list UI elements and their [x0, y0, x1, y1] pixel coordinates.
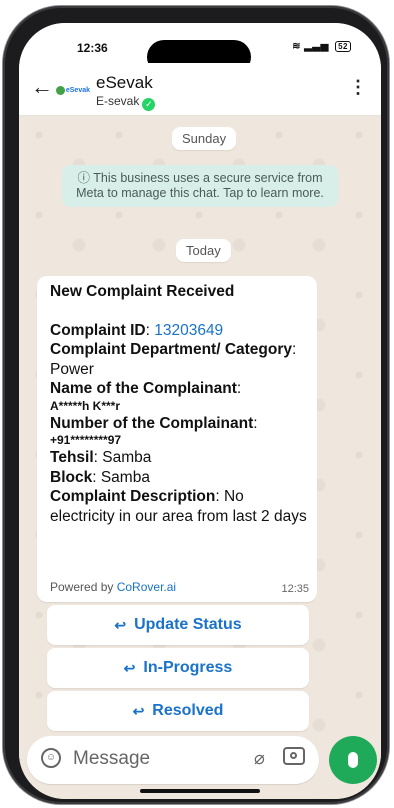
powered-by: Powered by CoRover.ai — [50, 580, 176, 594]
message-timestamp: 12:35 — [281, 583, 309, 595]
department-value: Power — [50, 360, 94, 378]
phone-frame: 12:36 ≋ ▂▃▅ 52 ← eSevak eSevak E-sevak ✓ … — [3, 6, 389, 804]
complaint-id-label: Complaint ID — [50, 321, 146, 339]
number-value: +91********97 — [50, 433, 122, 447]
update-status-label: Update Status — [134, 616, 242, 633]
complaint-id-row: Complaint ID: 13203649 — [50, 321, 224, 339]
message-body: New Complaint Received Complaint ID: 132… — [50, 282, 307, 526]
message-input-bar[interactable]: ☺ Message ⌀ — [27, 736, 319, 784]
emoji-icon[interactable]: ☺ — [41, 748, 61, 768]
message-input[interactable]: Message — [73, 748, 150, 770]
screen: 12:36 ≋ ▂▃▅ 52 ← eSevak eSevak E-sevak ✓ … — [19, 23, 381, 799]
verified-badge-icon: ✓ — [142, 98, 156, 111]
tehsil-value: Samba — [102, 449, 152, 466]
wifi-icon: ≋ — [292, 41, 301, 52]
system-icons: ≋ ▂▃▅ 52 — [292, 41, 351, 52]
tehsil-row: Tehsil: Samba — [50, 449, 152, 466]
update-status-button[interactable]: ↩ Update Status — [47, 605, 309, 645]
tehsil-label: Tehsil — [50, 449, 94, 466]
department-label: Complaint Department/ Category — [50, 341, 293, 358]
camera-icon[interactable] — [283, 747, 305, 765]
block-value: Samba — [100, 468, 150, 486]
reply-icon: ↩ — [114, 616, 127, 633]
block-row: Block: Samba — [50, 468, 150, 486]
date-separator-today: Today — [176, 239, 231, 262]
powered-by-text: Powered by — [50, 580, 114, 594]
home-indicator[interactable] — [140, 789, 260, 793]
logo-mark — [56, 85, 65, 95]
esevak-logo[interactable]: eSevak — [56, 80, 90, 100]
message-heading: New Complaint Received — [50, 283, 235, 300]
signal-icon: ▂▃▅ — [304, 41, 329, 52]
battery-icon: 52 — [335, 41, 351, 52]
chat-title[interactable]: eSevak — [96, 73, 153, 93]
logo-text: eSevak — [65, 86, 90, 94]
name-value: A*****h K***r — [50, 398, 121, 413]
in-progress-label: In-Progress — [143, 659, 233, 676]
message-bubble[interactable]: New Complaint Received Complaint ID: 132… — [37, 276, 317, 602]
description-row: Complaint Description: No electricity in… — [50, 488, 307, 525]
reply-icon: ↩ — [132, 702, 145, 719]
department-row: Complaint Department/ Category: Power — [50, 341, 297, 378]
number-label: Number of the Complainant — [50, 414, 254, 432]
chat-header: ← eSevak eSevak E-sevak ✓ ⋮ — [19, 63, 381, 116]
date-separator-sunday: Sunday — [172, 127, 237, 150]
resolved-label: Resolved — [152, 702, 224, 719]
microphone-icon — [348, 752, 358, 768]
name-label: Name of the Complainant — [50, 380, 237, 397]
subtitle-text: E-sevak — [96, 94, 140, 108]
resolved-button[interactable]: ↩ Resolved — [47, 691, 309, 731]
more-options-icon[interactable]: ⋮ — [349, 77, 367, 98]
description-label: Complaint Description — [50, 488, 216, 505]
microphone-button[interactable] — [329, 736, 377, 784]
block-label: Block — [50, 468, 93, 486]
number-row: Number of the Complainant: — [50, 414, 258, 432]
back-arrow-icon[interactable]: ← — [31, 74, 53, 100]
encryption-notice[interactable]: ⓘ This business uses a secure service fr… — [62, 165, 338, 207]
name-row: Name of the Complainant: — [50, 380, 242, 397]
complaint-id-link[interactable]: 13203649 — [154, 322, 223, 339]
corover-link[interactable]: CoRover.ai — [117, 580, 176, 594]
attachment-icon[interactable]: ⌀ — [254, 748, 265, 769]
chat-subtitle[interactable]: E-sevak ✓ — [96, 94, 156, 111]
reply-icon: ↩ — [123, 659, 136, 676]
in-progress-button[interactable]: ↩ In-Progress — [47, 648, 309, 688]
status-time: 12:36 — [77, 41, 108, 55]
